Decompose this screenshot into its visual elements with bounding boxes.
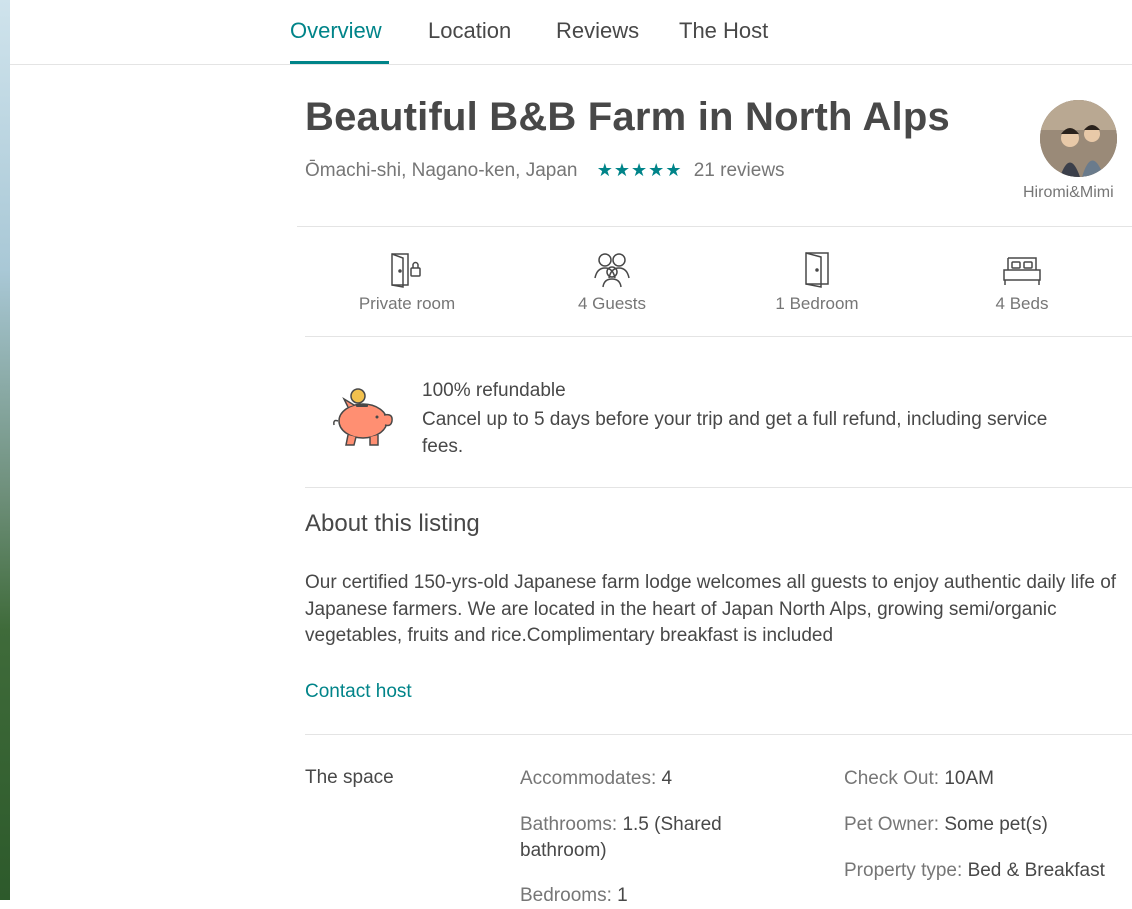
space-key: Pet Owner: (844, 814, 940, 835)
background-photo-strip (0, 0, 10, 900)
space-value: Some pet(s) (944, 814, 1048, 835)
refund-block (330, 385, 396, 456)
space-bathrooms: Bathrooms: 1.5 (Shared bathroom) (520, 812, 760, 864)
space-bedrooms: Bedrooms: 1 (520, 883, 628, 909)
host-name[interactable]: Hiromi&Mimi (1023, 184, 1114, 202)
amenity-label: Private room (358, 294, 456, 313)
amenity-beds: 4 Beds (942, 250, 1102, 314)
space-value: Bed & Breakfast (967, 860, 1105, 881)
divider (305, 336, 1132, 337)
divider (297, 226, 1132, 227)
refund-description: Cancel up to 5 days before your trip and… (422, 409, 1048, 457)
space-key: Property type: (844, 860, 963, 881)
tab-the-host[interactable]: The Host (679, 18, 768, 44)
space-value: 4 (661, 768, 673, 789)
tab-reviews[interactable]: Reviews (556, 18, 639, 44)
space-heading: The space (305, 767, 394, 788)
amenity-label: 4 Guests (577, 294, 647, 313)
space-pet-owner: Pet Owner: Some pet(s) (844, 812, 1048, 838)
amenity-guests: 4 Guests (532, 250, 692, 314)
space-property-type: Property type: Bed & Breakfast (844, 858, 1105, 884)
host-avatar[interactable] (1040, 100, 1117, 177)
amenity-label: 4 Beds (995, 294, 1049, 313)
refund-title: 100% refundable (422, 380, 566, 401)
bed-icon (1003, 257, 1041, 285)
contact-host-link[interactable]: Contact host (305, 681, 412, 703)
about-description: Our certified 150-yrs-old Japanese farm … (305, 572, 1117, 646)
space-value: 10AM (944, 768, 994, 789)
tab-overview[interactable]: Overview (290, 18, 382, 44)
piggy-bank-icon (333, 388, 393, 446)
amenity-bedroom: 1 Bedroom (737, 250, 897, 314)
listing-meta: Ōmachi-shi, Nagano-ken, Japan ★★★★★ 21 r… (305, 160, 785, 182)
tab-location[interactable]: Location (428, 18, 511, 44)
section-nav: Overview Location Reviews The Host (10, 0, 1132, 65)
space-key: Accommodates: (520, 768, 657, 789)
guests-icon (594, 253, 630, 288)
amenity-private-room: Private room (327, 250, 487, 314)
bedroom-door-icon (805, 252, 829, 288)
space-key: Bathrooms: (520, 814, 618, 835)
listing-title: Beautiful B&B Farm in North Alps (305, 95, 950, 139)
space-key: Bedrooms: (520, 885, 612, 906)
rating-stars[interactable]: ★★★★★ (597, 160, 683, 180)
space-value: 1 (617, 885, 628, 906)
amenity-label: 1 Bedroom (775, 294, 859, 313)
space-key: Check Out: (844, 768, 940, 789)
space-check-out: Check Out: 10AM (844, 766, 994, 792)
space-accommodates: Accommodates: 4 (520, 766, 672, 792)
listing-location: Ōmachi-shi, Nagano-ken, Japan (305, 160, 578, 181)
reviews-link[interactable]: 21 reviews (694, 160, 785, 181)
active-tab-indicator (290, 61, 389, 64)
divider (305, 734, 1132, 735)
divider (305, 487, 1132, 488)
about-heading: About this listing (305, 510, 480, 537)
private-room-icon (391, 253, 421, 288)
